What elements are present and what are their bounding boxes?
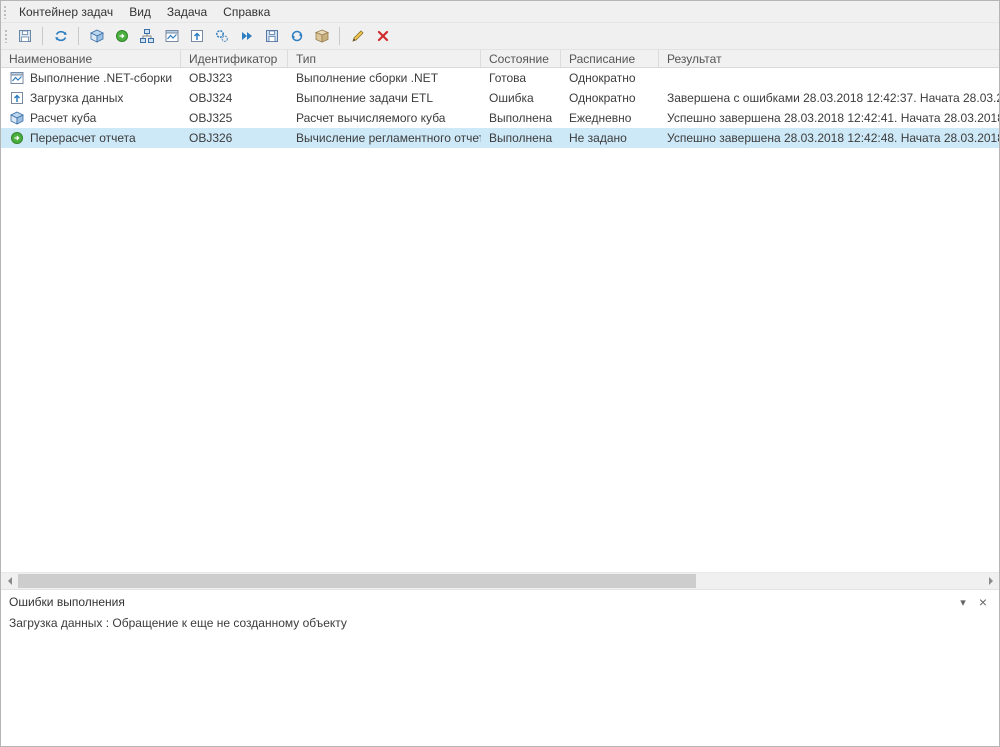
error-message: Загрузка данных : Обращение к еще не соз… [1,614,999,632]
table-row[interactable]: Расчет куба OBJ325 Расчет вычисляемого к… [1,108,999,128]
menu-task[interactable]: Задача [159,3,215,21]
scrollbar-track[interactable] [18,573,982,589]
task-schedule: Однократно [561,68,659,88]
refresh-icon [53,28,69,44]
load-data-task-button[interactable] [184,25,209,48]
run-button[interactable] [234,25,259,48]
cube-icon [89,28,105,44]
menu-help[interactable]: Справка [215,3,278,21]
task-result: Завершена с ошибками 28.03.2018 12:42:37… [659,88,999,108]
save-button[interactable] [12,25,37,48]
horizontal-scrollbar [1,572,999,589]
gears-icon [214,28,230,44]
task-schedule: Ежедневно [561,108,659,128]
column-header-name[interactable]: Наименование [1,50,181,67]
task-id: OBJ323 [181,68,288,88]
upload-box-icon [189,28,205,44]
column-header-type[interactable]: Тип [288,50,481,67]
table-row[interactable]: Перерасчет отчета OBJ326 Вычисление регл… [1,128,999,148]
close-panel-button[interactable]: × [975,594,991,610]
red-x-icon [375,28,391,44]
toolbar-separator [78,27,79,45]
net-assembly-task-button[interactable] [159,25,184,48]
task-name: Расчет куба [30,111,96,125]
menu-bar: Контейнер задач Вид Задача Справка [1,1,999,22]
right-arrow-icon [989,577,993,585]
left-arrow-icon [8,577,12,585]
task-result: Успешно завершена 28.03.2018 12:42:41. Н… [659,108,999,128]
task-state: Ошибка [481,88,561,108]
delete-button[interactable] [370,25,395,48]
task-type: Выполнение задачи ETL [288,88,481,108]
task-schedule: Однократно [561,88,659,108]
task-name: Загрузка данных [30,91,123,105]
table-row[interactable]: Загрузка данных OBJ324 Выполнение задачи… [1,88,999,108]
green-circle-icon [9,130,25,146]
table-header: Наименование Идентификатор Тип Состояние… [1,50,999,68]
toolbar-grip [4,29,9,43]
package-button[interactable] [309,25,334,48]
task-id: OBJ324 [181,88,288,108]
task-state: Выполнена [481,128,561,148]
task-table: Наименование Идентификатор Тип Состояние… [1,50,999,572]
toolbar [1,22,999,50]
edit-button[interactable] [345,25,370,48]
task-id: OBJ325 [181,108,288,128]
errors-panel-title: Ошибки выполнения [9,595,951,609]
floppy-icon [17,28,33,44]
errors-panel: Ошибки выполнения ▾ × Загрузка данных : … [1,589,999,746]
column-header-state[interactable]: Состояние [481,50,561,67]
app-window: Контейнер задач Вид Задача Справка Наиме… [0,0,1000,747]
task-result [659,68,999,88]
save-results-button[interactable] [259,25,284,48]
scrollbar-thumb[interactable] [18,574,696,588]
task-type: Расчет вычисляемого куба [288,108,481,128]
task-name: Перерасчет отчета [30,131,136,145]
task-schedule: Не задано [561,128,659,148]
toolbar-separator [42,27,43,45]
task-state: Выполнена [481,108,561,128]
sync-circle-icon [289,28,305,44]
tree-icon [139,28,155,44]
floppy-box-icon [264,28,280,44]
toolbar-separator [339,27,340,45]
etl-task-button[interactable] [134,25,159,48]
scroll-left-button[interactable] [1,573,18,589]
net-assembly-icon [9,70,25,86]
task-state: Готова [481,68,561,88]
refresh-button[interactable] [48,25,73,48]
task-type: Вычисление регламентного отчета [288,128,481,148]
cube-icon [9,110,25,126]
toolbar-grip [3,5,8,19]
chart-window-icon [164,28,180,44]
table-body: Выполнение .NET-сборки OBJ323 Выполнение… [1,68,999,148]
green-circle-icon [114,28,130,44]
upload-icon [9,90,25,106]
package-icon [314,28,330,44]
chevron-down-icon: ▾ [960,596,966,609]
column-header-schedule[interactable]: Расписание [561,50,659,67]
task-id: OBJ326 [181,128,288,148]
errors-panel-header: Ошибки выполнения ▾ × [1,590,999,614]
pencil-icon [350,28,366,44]
report-task-button[interactable] [109,25,134,48]
task-type: Выполнение сборки .NET [288,68,481,88]
task-result: Успешно завершена 28.03.2018 12:42:48. Н… [659,128,999,148]
menu-task-container[interactable]: Контейнер задач [11,3,121,21]
table-row[interactable]: Выполнение .NET-сборки OBJ323 Выполнение… [1,68,999,88]
column-header-id[interactable]: Идентификатор [181,50,288,67]
double-arrow-icon [239,28,255,44]
collapse-panel-button[interactable]: ▾ [955,594,971,610]
task-name: Выполнение .NET-сборки [30,71,172,85]
cube-task-button[interactable] [84,25,109,48]
menu-view[interactable]: Вид [121,3,159,21]
sync-button[interactable] [284,25,309,48]
scroll-right-button[interactable] [982,573,999,589]
column-header-result[interactable]: Результат [659,50,999,67]
table-empty-area [1,148,999,572]
close-icon: × [979,594,987,610]
gears-task-button[interactable] [209,25,234,48]
